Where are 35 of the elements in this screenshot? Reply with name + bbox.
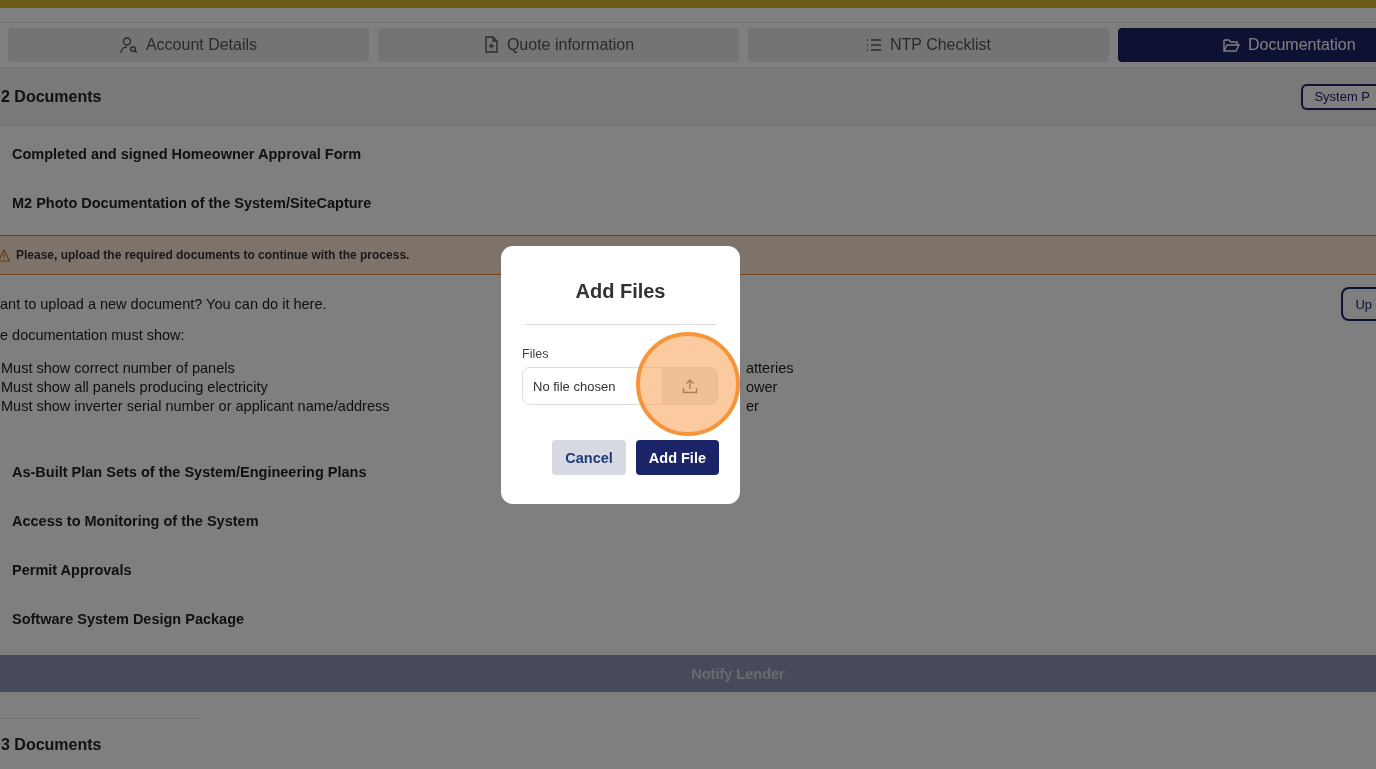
document-title: Completed and signed Homeowner Approval Form — [12, 145, 362, 162]
warning-text: Please, upload the required documents to continue with the process. — [16, 248, 410, 262]
document-title: Access to Monitoring of the System — [12, 512, 259, 529]
field-label: Files — [522, 347, 549, 361]
requirements-title: e documentation must show: — [0, 327, 186, 343]
section-title: 3 Documents — [0, 718, 201, 754]
tab[interactable]: Account Details — [8, 28, 369, 62]
requirement-item: ower — [746, 379, 778, 395]
upload-icon — [681, 378, 698, 394]
cancel-button[interactable]: Cancel — [552, 440, 626, 475]
user-search-icon — [119, 36, 138, 54]
system-button[interactable]: System P — [1301, 83, 1376, 110]
requirement-item: Must show correct number of panels — [0, 360, 235, 376]
requirement-item: er — [746, 398, 759, 414]
file-input[interactable]: No file chosen — [522, 367, 718, 405]
tab[interactable]: NTP Checklist — [748, 28, 1109, 62]
folder-icon — [1223, 37, 1240, 53]
upload-button[interactable]: Up — [1341, 287, 1376, 321]
modal-title: Add Files — [575, 280, 666, 303]
list-icon — [865, 38, 882, 52]
upload-button[interactable] — [662, 368, 717, 404]
requirement-item: Must show all panels producing electricity — [0, 379, 268, 395]
warning-icon — [0, 248, 10, 262]
tab[interactable]: Documentation — [1118, 28, 1376, 62]
document-title: As-Built Plan Sets of the System/Engineering Plans — [12, 463, 367, 480]
upload-prompt: ant to upload a new document? You can do it here. — [0, 296, 327, 312]
requirement-item: Must show inverter serial number or applicant name/address — [0, 398, 390, 414]
document-title: Software System Design Package — [12, 610, 245, 627]
add-file-button[interactable]: Add File — [635, 440, 719, 475]
tab[interactable]: Quote information — [378, 28, 739, 62]
document-title: M2 Photo Documentation of the System/SiteCapture — [12, 194, 372, 211]
file-plus-icon — [482, 36, 499, 54]
section-title: 2 Documents — [1, 87, 102, 106]
requirement-item: atteries — [746, 360, 794, 376]
document-title: Permit Approvals — [12, 561, 132, 578]
